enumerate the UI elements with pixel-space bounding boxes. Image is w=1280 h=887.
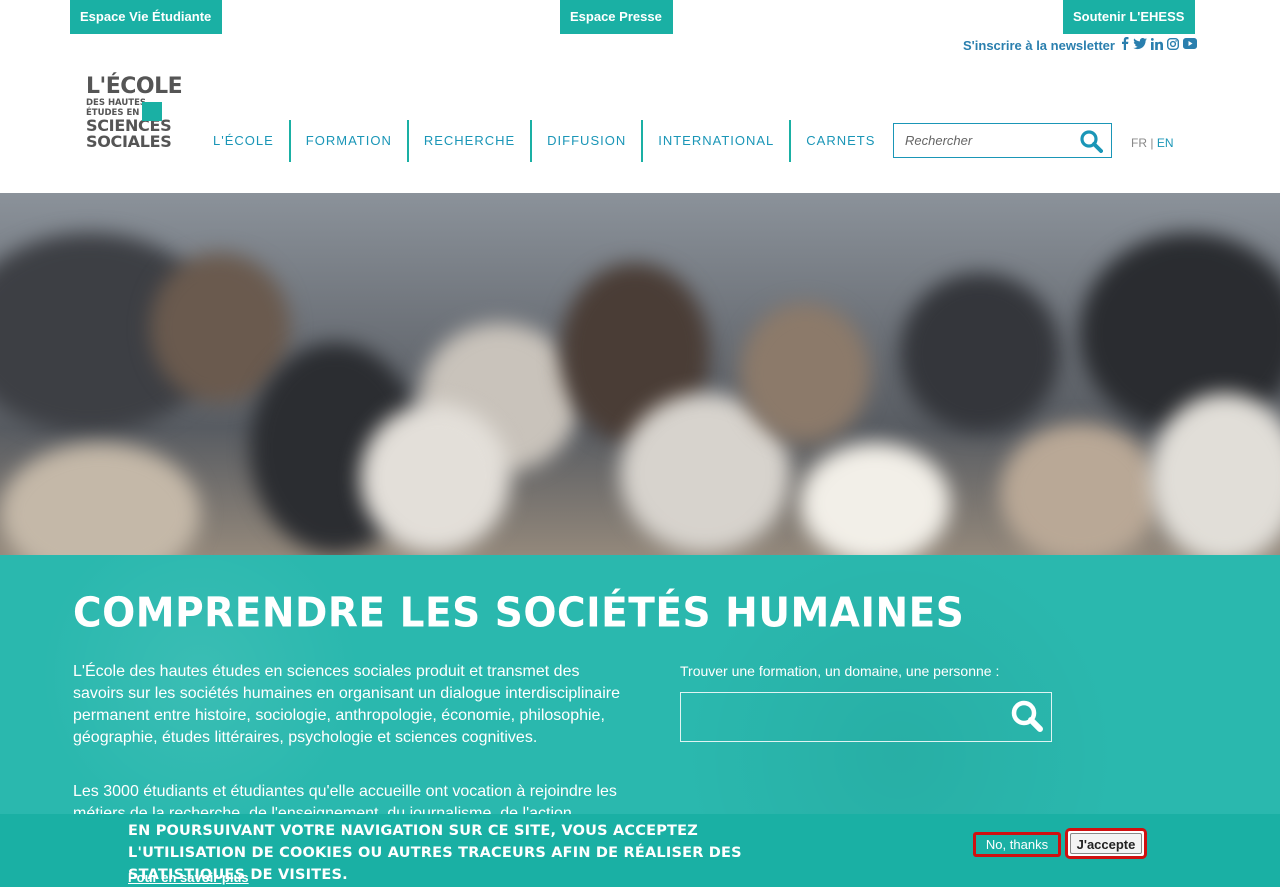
nav-item-international[interactable]: INTERNATIONAL <box>641 120 789 162</box>
search-icon[interactable] <box>1079 129 1103 158</box>
find-label: Trouver une formation, un domaine, une p… <box>680 663 1000 679</box>
nav-item-recherche[interactable]: RECHERCHE <box>406 120 530 162</box>
accept-cookies-button[interactable]: J'accepte <box>1065 828 1147 859</box>
header-search <box>893 123 1112 158</box>
ehess-logo[interactable]: L'ÉCOLE DES HAUTES ÉTUDES EN SCIENCES SO… <box>86 74 183 160</box>
nav-item-diffusion[interactable]: DIFFUSION <box>530 120 641 162</box>
social-links <box>1121 37 1197 50</box>
lang-en-link[interactable]: EN <box>1157 136 1174 150</box>
nav-item-formation[interactable]: FORMATION <box>288 120 407 162</box>
logo-square <box>142 102 162 121</box>
nav-item-carnets[interactable]: CARNETS <box>789 120 890 162</box>
linkedin-icon[interactable] <box>1151 37 1163 50</box>
lang-separator: | <box>1150 136 1154 150</box>
cookie-banner: En poursuivant votre navigation sur ce s… <box>0 814 1280 887</box>
espace-vie-etudiante-button[interactable]: Espace Vie Étudiante <box>70 0 222 34</box>
youtube-icon[interactable] <box>1183 38 1197 49</box>
hero-photo <box>0 193 1280 555</box>
facebook-icon[interactable] <box>1121 37 1129 50</box>
main-navigation: L'ÉCOLE FORMATION RECHERCHE DIFFUSION IN… <box>198 120 890 162</box>
soutenir-ehess-button[interactable]: Soutenir L'EHESS <box>1063 0 1195 34</box>
twitter-icon[interactable] <box>1133 37 1147 50</box>
logo-line: L'ÉCOLE <box>86 74 183 99</box>
cookie-more-link[interactable]: Pour en savoir plus <box>128 870 249 885</box>
find-search-box <box>680 692 1052 742</box>
accept-cookies-label: J'accepte <box>1070 833 1142 854</box>
search-icon[interactable] <box>1009 699 1045 740</box>
decline-cookies-button[interactable]: No, thanks <box>973 832 1061 857</box>
logo-line: SOCIALES <box>86 132 172 151</box>
intro-paragraph: L'École des hautes études en sciences so… <box>73 663 620 746</box>
find-search-input[interactable] <box>681 693 1001 741</box>
newsletter-link[interactable]: S'inscrire à la newsletter <box>963 38 1115 53</box>
nav-item-ecole[interactable]: L'ÉCOLE <box>198 120 289 162</box>
espace-presse-button[interactable]: Espace Presse <box>560 0 673 34</box>
language-switch: FR | EN <box>1131 136 1173 150</box>
lang-fr-link[interactable]: FR <box>1131 136 1147 150</box>
instagram-icon[interactable] <box>1167 37 1179 50</box>
search-input[interactable] <box>894 124 1074 157</box>
page-title: COMPRENDRE LES SOCIÉTÉS HUMAINES <box>73 589 965 638</box>
